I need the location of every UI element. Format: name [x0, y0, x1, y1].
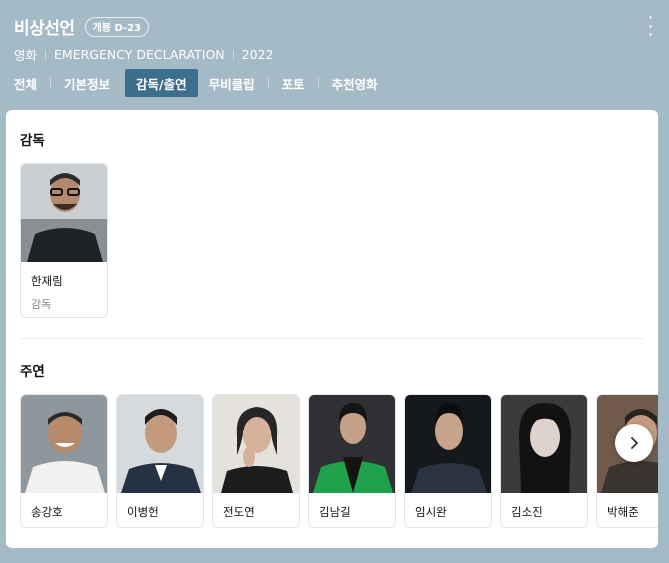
- cast-card[interactable]: 송강호: [20, 394, 108, 528]
- chevron-right-icon: [631, 437, 638, 449]
- tab-photos[interactable]: 포토: [276, 69, 311, 97]
- cast-card[interactable]: 김소진: [500, 394, 588, 528]
- tab-recommended[interactable]: 추천영화: [326, 69, 384, 97]
- director-card[interactable]: 한재림 감독: [20, 163, 108, 318]
- section-divider: [20, 338, 644, 339]
- cast-crew-panel: 감독 한재림 감독 주연 송강호 이병헌 전도연 김남길 임시완 김소진 박해준: [6, 110, 658, 548]
- cast-name: 이병헌: [127, 505, 159, 519]
- cast-next-button[interactable]: [615, 424, 653, 462]
- meta-type: 영화: [14, 48, 38, 63]
- cast-name: 송강호: [31, 505, 63, 519]
- cast-name: 김남길: [319, 505, 351, 519]
- release-dday-badge: 개봉 D-23: [84, 16, 149, 37]
- movie-header: 비상선언 개봉 D-23 영화 EMERGENCY DECLARATION 20…: [0, 0, 669, 110]
- meta-divider: [45, 49, 47, 60]
- meta-english-title: EMERGENCY DECLARATION: [54, 47, 225, 62]
- cast-name: 박해준: [607, 505, 639, 519]
- cast-name: 전도연: [223, 505, 255, 519]
- tab-movie-clips[interactable]: 무비클립: [203, 69, 261, 97]
- cast-photo: [213, 395, 299, 493]
- title-row: 비상선언 개봉 D-23: [14, 14, 149, 39]
- director-role: 감독: [31, 298, 52, 311]
- movie-title[interactable]: 비상선언: [14, 14, 75, 39]
- cast-card[interactable]: 임시완: [404, 394, 492, 528]
- cast-photo: [309, 395, 395, 493]
- cast-section-title: 주연: [20, 364, 45, 380]
- director-name: 한재림: [31, 274, 63, 288]
- tab-divider: [50, 77, 52, 89]
- cast-photo: [117, 395, 203, 493]
- tab-overview[interactable]: 전체: [8, 69, 43, 97]
- tab-bar: 전체 기본정보 감독/출연 무비클립 포토 추천영화: [8, 69, 384, 97]
- cast-photo: [405, 395, 491, 493]
- director-section-title: 감독: [20, 133, 45, 149]
- more-options-icon[interactable]: [647, 16, 653, 36]
- meta-divider: [232, 49, 234, 60]
- cast-name: 김소진: [511, 505, 543, 519]
- director-photo: [21, 164, 107, 262]
- cast-name: 임시완: [415, 505, 447, 519]
- tab-cast-crew[interactable]: 감독/출연: [125, 69, 198, 97]
- cast-photo: [21, 395, 107, 493]
- cast-card[interactable]: 김남길: [308, 394, 396, 528]
- tab-basic-info[interactable]: 기본정보: [58, 69, 116, 97]
- cast-card[interactable]: 전도연: [212, 394, 300, 528]
- meta-year: 2022: [241, 47, 274, 62]
- tab-divider: [317, 77, 319, 89]
- cast-card[interactable]: 이병헌: [116, 394, 204, 528]
- cast-photo: [501, 395, 587, 493]
- tab-divider: [267, 77, 269, 89]
- movie-meta: 영화 EMERGENCY DECLARATION 2022: [14, 45, 273, 64]
